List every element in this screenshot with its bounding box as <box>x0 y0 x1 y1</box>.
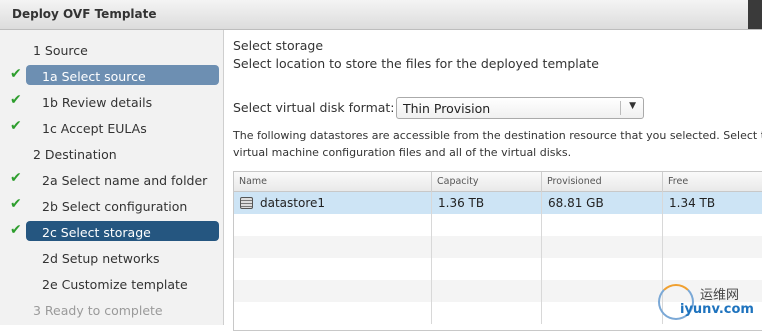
description-line: virtual machine configuration files and … <box>233 146 572 159</box>
step-review-details[interactable]: ✔ 1b Review details <box>0 89 224 115</box>
watermark-cn-text: 运维网 <box>700 288 740 303</box>
column-header-free[interactable]: Free <box>663 172 762 192</box>
column-header-name[interactable]: Name <box>234 172 432 192</box>
step-ready-to-complete: 3 Ready to complete <box>0 297 224 323</box>
empty-row <box>234 214 762 236</box>
wizard-steps-sidebar: 1 Source ✔ 1a Select source ✔ 1b Review … <box>0 30 224 325</box>
step-label: 1 Source <box>33 43 88 58</box>
page-subtitle: Select location to store the files for t… <box>233 56 599 71</box>
step-select-name-folder[interactable]: ✔ 2a Select name and folder <box>0 167 224 193</box>
disk-format-value: Thin Provision <box>403 101 491 116</box>
chevron-down-icon[interactable]: ▼ <box>629 101 636 111</box>
step-source[interactable]: 1 Source <box>0 37 224 63</box>
empty-cell <box>542 236 663 258</box>
checkmark-icon: ✔ <box>10 66 22 82</box>
column-header-capacity[interactable]: Capacity <box>432 172 542 192</box>
step-label: 1a Select source <box>42 69 146 84</box>
empty-cell <box>234 236 432 258</box>
empty-cell <box>432 236 542 258</box>
window-title: Deploy OVF Template <box>12 7 157 21</box>
step-label: 1b Review details <box>42 95 153 110</box>
checkmark-icon: ✔ <box>10 170 22 186</box>
empty-cell <box>432 280 542 302</box>
table-row[interactable]: datastore1 1.36 TB 68.81 GB 1.34 TB <box>234 192 762 214</box>
datastore-icon <box>240 197 253 209</box>
datastore-name: datastore1 <box>260 196 326 210</box>
step-label: 2b Select configuration <box>42 199 188 214</box>
dropdown-separator <box>620 101 621 115</box>
datastore-description: The following datastores are accessible … <box>233 127 762 161</box>
step-setup-networks[interactable]: 2d Setup networks <box>0 245 224 271</box>
main-panel: Select storage Select location to store … <box>225 30 762 331</box>
watermark-en-text: iyunv.com <box>680 302 754 317</box>
watermark-logo: 运维网 iyunv.com <box>656 282 756 322</box>
empty-cell <box>432 214 542 236</box>
step-accept-eulas[interactable]: ✔ 1c Accept EULAs <box>0 115 224 141</box>
table-header: Name Capacity Provisioned Free <box>234 172 762 192</box>
step-label: 2 Destination <box>33 147 117 162</box>
page-title: Select storage <box>233 38 324 53</box>
step-label: 2c Select storage <box>42 225 151 240</box>
step-label: 2d Setup networks <box>42 251 160 266</box>
empty-row <box>234 236 762 258</box>
empty-cell <box>432 302 542 324</box>
checkmark-icon: ✔ <box>10 118 22 134</box>
checkmark-icon: ✔ <box>10 92 22 108</box>
empty-cell <box>663 258 762 280</box>
disk-format-label: Select virtual disk format: <box>233 100 395 115</box>
step-select-storage[interactable]: ✔ 2c Select storage <box>0 219 224 245</box>
step-select-configuration[interactable]: ✔ 2b Select configuration <box>0 193 224 219</box>
checkmark-icon: ✔ <box>10 196 22 212</box>
empty-cell <box>542 258 663 280</box>
step-label: 2a Select name and folder <box>42 173 208 188</box>
window-edge <box>748 0 762 29</box>
step-label: 2e Customize template <box>42 277 188 292</box>
step-label: 1c Accept EULAs <box>42 121 147 136</box>
step-select-source[interactable]: ✔ 1a Select source <box>0 63 224 89</box>
empty-cell <box>234 280 432 302</box>
cell-provisioned: 68.81 GB <box>542 192 663 214</box>
step-destination[interactable]: 2 Destination <box>0 141 224 167</box>
empty-cell <box>663 236 762 258</box>
empty-cell <box>234 302 432 324</box>
title-bar: Deploy OVF Template <box>0 0 762 30</box>
empty-cell <box>432 258 542 280</box>
empty-cell <box>234 214 432 236</box>
step-label: 3 Ready to complete <box>33 303 163 318</box>
step-customize-template[interactable]: 2e Customize template <box>0 271 224 297</box>
empty-cell <box>542 214 663 236</box>
empty-cell <box>542 302 663 324</box>
description-line: The following datastores are accessible … <box>233 129 762 142</box>
empty-cell <box>663 214 762 236</box>
checkmark-icon: ✔ <box>10 222 22 238</box>
disk-format-dropdown[interactable]: Thin Provision ▼ <box>396 97 644 119</box>
cell-free: 1.34 TB <box>663 192 762 214</box>
cell-capacity: 1.36 TB <box>432 192 542 214</box>
cell-name: datastore1 <box>234 192 432 214</box>
empty-cell <box>542 280 663 302</box>
empty-row <box>234 258 762 280</box>
empty-cell <box>234 258 432 280</box>
column-header-provisioned[interactable]: Provisioned <box>542 172 663 192</box>
